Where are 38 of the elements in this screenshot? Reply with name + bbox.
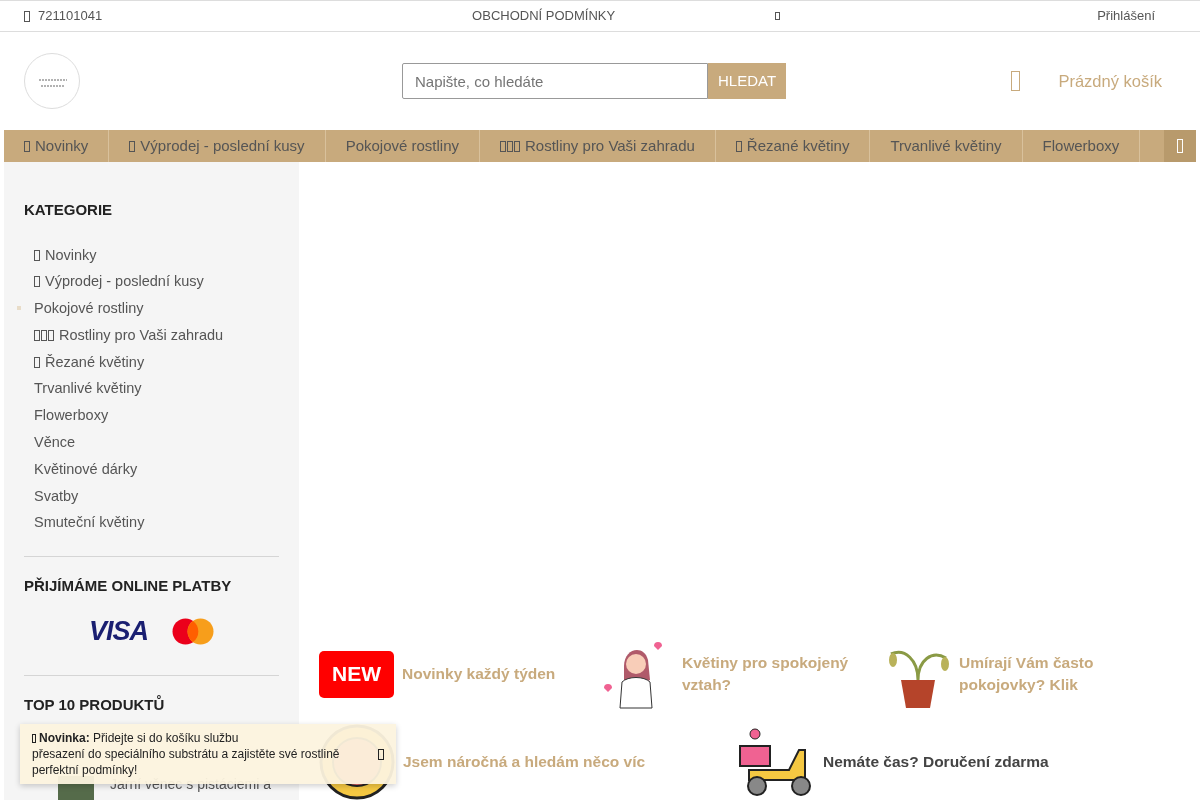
missing-glyph-icon xyxy=(34,276,40,288)
notice-text: Novinka: Přidejte si do košíku službu přesazení do speciálního substrátu a zajistěte své rostlině perfektní podmínky! xyxy=(32,730,341,778)
sidebar-heading: TOP 10 PRODUKTŮ xyxy=(24,694,166,715)
feature-text: Umírají Vám často pokojovky? Klik xyxy=(959,652,1095,695)
missing-glyph-icon xyxy=(129,141,136,152)
category-link[interactable]: Trvanlivé květiny xyxy=(24,375,279,403)
missing-glyph-icon xyxy=(775,12,781,20)
category-link[interactable]: Řezané květiny xyxy=(24,348,279,376)
card-circles-icon xyxy=(172,617,214,645)
new-badge: NEW xyxy=(319,650,394,698)
category-link[interactable]: Rostliny pro Vaši zahradu xyxy=(24,321,279,349)
category-link[interactable]: Věnce xyxy=(24,429,279,456)
phone-number: 721101041 xyxy=(38,7,103,26)
category-link[interactable]: Smuteční květiny xyxy=(24,509,279,537)
visa-logo: VISA xyxy=(89,617,148,645)
category-link[interactable]: Pokojové rostliny xyxy=(24,295,279,322)
missing-glyph-icon xyxy=(735,141,742,152)
search-field[interactable]: Napište, co hledáte xyxy=(402,63,708,99)
sidebar-heading: KATEGORIE xyxy=(24,200,114,220)
feature-text: Novinky každý týden xyxy=(402,663,556,684)
sidebar-heading: PŘIJÍMÁME ONLINE PLATBY xyxy=(24,576,233,597)
category-link[interactable]: Výprodej - poslední kusy xyxy=(24,268,279,296)
missing-glyph-icon xyxy=(34,356,40,368)
category-link[interactable]: Novinky xyxy=(24,241,279,269)
feature-text: Jsem náročná a hledám něco víc xyxy=(403,751,646,772)
category-link[interactable]: Flowerboxy xyxy=(24,402,279,430)
feature-text: Květiny pro spokojený vztah? xyxy=(682,652,850,695)
missing-glyph-icon xyxy=(1177,139,1183,153)
category-link[interactable]: Svatby xyxy=(24,482,279,510)
login-link[interactable]: Přihlášení xyxy=(1097,6,1155,26)
terms-link[interactable]: OBCHODNÍ PODMÍNKY xyxy=(472,6,616,26)
more-button[interactable] xyxy=(1164,130,1196,162)
category-link[interactable]: Květinové dárky xyxy=(24,455,279,483)
service-link[interactable]: přesazení do speciálního substrátu xyxy=(32,747,219,761)
missing-glyph-icon xyxy=(34,249,40,261)
close-icon[interactable] xyxy=(378,748,384,760)
missing-glyph-icon xyxy=(24,141,30,152)
feature-text: Nemáte čas? Doručení zdarma xyxy=(823,751,1049,772)
